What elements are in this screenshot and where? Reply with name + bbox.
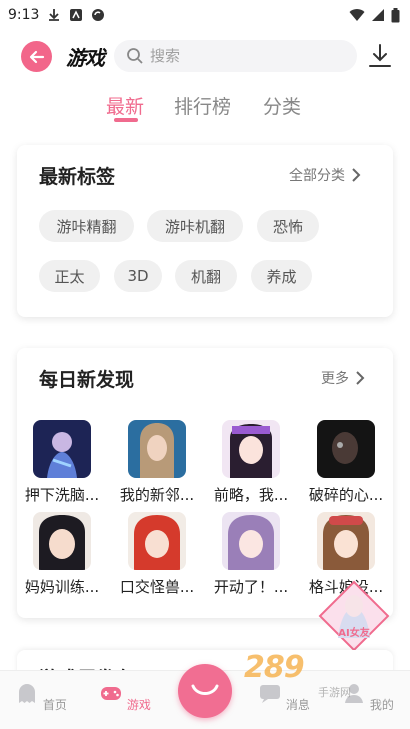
game-thumbnail xyxy=(33,512,91,570)
game-thumbnail xyxy=(317,512,375,570)
watermark-logo: 289 xyxy=(244,650,305,685)
app-status-icon xyxy=(70,9,83,21)
tag-chip[interactable]: 游咔机翻 xyxy=(147,210,243,242)
tab-indicator xyxy=(114,118,138,122)
center-action-button[interactable] xyxy=(178,664,232,718)
app-header: 游戏 xyxy=(0,36,410,76)
nav-games[interactable]: 游戏 xyxy=(95,681,155,713)
download-status-icon xyxy=(49,9,60,21)
game-name: 破碎的心... xyxy=(308,486,384,504)
status-time: 9:13 xyxy=(8,7,40,23)
game-item[interactable]: 我的新邻... xyxy=(115,420,199,505)
game-name: 押下洗脑... xyxy=(24,486,100,504)
discover-card: 每日新发现 更多 押下洗脑... 我的新邻... 前略，我... 破碎的心...… xyxy=(17,348,393,618)
game-thumbnail xyxy=(128,512,186,570)
page-title: 游戏 xyxy=(66,46,105,70)
game-name: 妈妈训练... xyxy=(24,578,100,596)
game-name: 前略，我... xyxy=(213,486,289,504)
game-item[interactable]: 前略，我... xyxy=(209,420,293,505)
arrow-left-icon xyxy=(29,50,44,63)
tab-latest[interactable]: 最新 xyxy=(106,92,144,119)
nav-home[interactable]: 首页 xyxy=(11,681,71,713)
ai-badge-label: AI女友 xyxy=(338,628,370,639)
chevron-right-icon xyxy=(352,168,361,182)
tag-chip[interactable]: 恐怖 xyxy=(257,210,319,242)
ghost-icon xyxy=(19,684,36,703)
tags-card-title: 最新标签 xyxy=(39,166,116,188)
discover-card-title: 每日新发现 xyxy=(39,369,135,391)
game-name: 我的新邻... xyxy=(119,486,195,504)
battery-icon xyxy=(391,7,400,22)
game-thumbnail xyxy=(33,420,91,478)
game-name: 开动了！... xyxy=(213,578,289,596)
tag-chip[interactable]: 游咔精翻 xyxy=(39,210,134,242)
ai-badge-icon xyxy=(318,580,390,652)
signal-icon xyxy=(372,9,384,21)
game-item[interactable]: 破碎的心... xyxy=(304,420,388,505)
search-input[interactable] xyxy=(150,47,330,65)
game-thumbnail xyxy=(128,420,186,478)
tag-chip[interactable]: 正太 xyxy=(39,260,100,292)
wifi-icon xyxy=(349,9,365,21)
ai-girlfriend-badge[interactable]: AI女友 xyxy=(318,580,390,652)
tag-chip[interactable]: 3D xyxy=(114,260,162,292)
nav-home-label: 首页 xyxy=(42,698,67,712)
search-bar[interactable] xyxy=(114,40,357,72)
tag-chip[interactable]: 机翻 xyxy=(175,260,237,292)
nav-messages-label: 消息 xyxy=(285,698,310,712)
chevron-right-icon xyxy=(356,371,365,385)
all-categories-link[interactable]: 全部分类 xyxy=(289,165,361,185)
game-item[interactable]: 妈妈训练... xyxy=(20,512,104,597)
tags-card: 最新标签 全部分类 游咔精翻 游咔机翻 恐怖 正太 3D 机翻 养成 xyxy=(17,145,393,317)
game-item[interactable]: 开动了！... xyxy=(209,512,293,597)
nav-messages[interactable]: 消息 xyxy=(254,681,314,713)
tag-chip[interactable]: 养成 xyxy=(251,260,312,292)
game-thumbnail xyxy=(317,420,375,478)
search-icon xyxy=(127,48,143,64)
back-button[interactable] xyxy=(21,41,52,72)
more-link[interactable]: 更多 xyxy=(321,368,365,388)
download-icon[interactable] xyxy=(366,42,394,70)
sync-status-icon xyxy=(92,9,105,21)
gamepad-icon xyxy=(101,687,122,700)
smile-icon xyxy=(191,684,219,695)
game-thumbnail xyxy=(222,420,280,478)
nav-games-label: 游戏 xyxy=(126,698,151,712)
game-thumbnail xyxy=(222,512,280,570)
tab-bar: 最新 排行榜 分类 xyxy=(0,92,410,122)
game-item[interactable]: 押下洗脑... xyxy=(20,420,104,505)
tab-ranking[interactable]: 排行榜 xyxy=(174,92,231,119)
all-categories-label: 全部分类 xyxy=(289,168,345,184)
more-label: 更多 xyxy=(321,371,349,387)
game-item[interactable]: 口交怪兽... xyxy=(115,512,199,597)
tab-category[interactable]: 分类 xyxy=(263,92,301,119)
watermark-sub: 手游网 xyxy=(318,686,351,699)
game-name: 口交怪兽... xyxy=(119,578,195,596)
status-bar: 9:13 xyxy=(0,0,410,30)
nav-profile-label: 我的 xyxy=(369,698,394,712)
